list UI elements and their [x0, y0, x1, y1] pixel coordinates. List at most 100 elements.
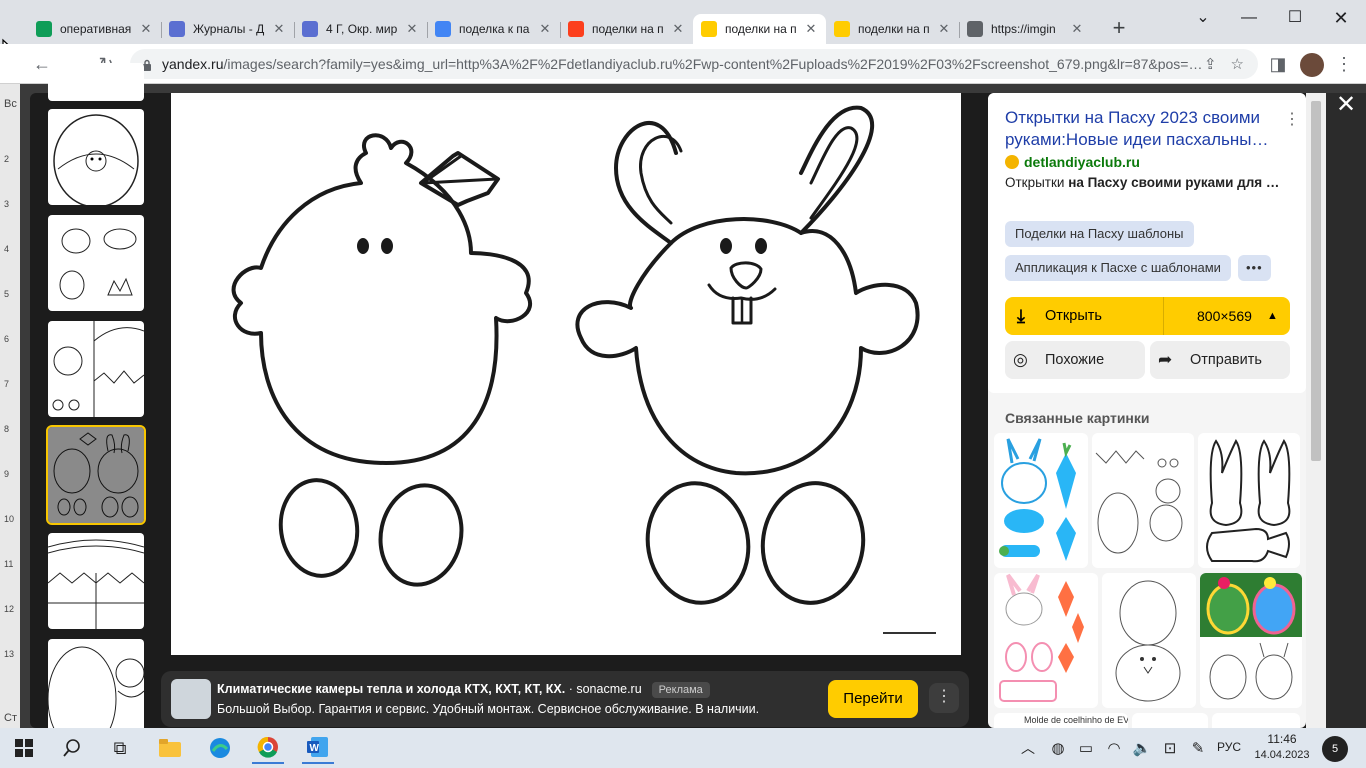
- journal-icon: [302, 21, 318, 37]
- tab-6[interactable]: поделки на п ✕: [693, 14, 826, 44]
- scrollbar-thumb[interactable]: [1311, 101, 1321, 461]
- tab-8[interactable]: https://imgin ✕: [959, 14, 1092, 44]
- tab-5[interactable]: поделки на п ✕: [560, 14, 693, 44]
- size-select[interactable]: 800×569: [1197, 297, 1252, 335]
- close-viewer-icon[interactable]: ✕: [1336, 90, 1356, 119]
- tabs: оперативная ✕ Журналы - Д ✕ 4 Г, Окр. мир ✕ по…: [0, 0, 1100, 44]
- similar-button[interactable]: ◎ Похожие: [1005, 341, 1145, 379]
- ruler-mark: 12: [4, 604, 15, 614]
- source-title-link[interactable]: Открытки на Пасху 2023 своими руками:Нов…: [1005, 107, 1275, 151]
- tag-chip[interactable]: Поделки на Пасху шаблоны: [1005, 221, 1194, 247]
- ad-go-button[interactable]: Перейти: [828, 680, 918, 718]
- related-image[interactable]: [994, 573, 1098, 708]
- clock-time[interactable]: 11:46: [1254, 732, 1310, 746]
- language-indicator[interactable]: РУС: [1217, 740, 1241, 754]
- download-icon: ⤓: [1017, 306, 1025, 326]
- ad-banner[interactable]: Климатические камеры тепла и холода КТХ,…: [161, 671, 969, 727]
- address-bar[interactable]: yandex.ru/images/search?family=yes&img_u…: [130, 49, 1258, 79]
- bookmark-star-icon[interactable]: ☆: [1231, 55, 1244, 73]
- tab-3[interactable]: 4 Г, Окр. мир ✕: [294, 14, 427, 44]
- tray-chevron-up-icon[interactable]: ︿: [1012, 732, 1044, 764]
- chick-foot-right: [378, 483, 464, 587]
- close-tab-icon[interactable]: ✕: [405, 21, 419, 37]
- yandex-images-icon: [834, 21, 850, 37]
- close-tab-icon[interactable]: ✕: [538, 21, 552, 37]
- tab-1[interactable]: оперативная ✕: [28, 14, 161, 44]
- thumbnail[interactable]: [48, 321, 144, 417]
- main-image[interactable]: [171, 93, 961, 655]
- ruler-mark: 13: [4, 649, 15, 659]
- menu-icon[interactable]: ⋮: [1330, 50, 1358, 78]
- thumbnail[interactable]: [48, 215, 144, 311]
- tab-search-icon[interactable]: ⌄: [1180, 0, 1226, 36]
- close-tab-icon[interactable]: ✕: [139, 21, 153, 37]
- related-image[interactable]: [1200, 573, 1302, 708]
- thumbnail[interactable]: [48, 639, 144, 735]
- thumbnail-selected[interactable]: [46, 425, 146, 525]
- close-tab-icon[interactable]: ✕: [671, 21, 685, 37]
- avatar[interactable]: [1300, 53, 1324, 77]
- panel-scrollbar[interactable]: [1306, 93, 1326, 728]
- ruler-mark: 4: [4, 244, 10, 254]
- journal-icon: [169, 21, 185, 37]
- related-image[interactable]: [1212, 713, 1300, 728]
- more-options-icon[interactable]: ⋮: [1284, 109, 1300, 129]
- lens-icon: ◎: [1013, 350, 1028, 369]
- svg-text:W: W: [310, 743, 320, 754]
- new-tab-button[interactable]: +: [1106, 16, 1132, 42]
- related-image[interactable]: [994, 433, 1088, 568]
- chrome-icon[interactable]: [252, 732, 284, 764]
- taskbar: ⧉ W ︿ ◍ ▭ ◠ 🔈 ⊡ ✎ РУС 11:46 14.04.2023 5: [0, 728, 1366, 768]
- ad-title[interactable]: Климатические камеры тепла и холода КТХ,…: [217, 682, 710, 698]
- ad-more-icon[interactable]: ⋮: [929, 683, 959, 713]
- open-button[interactable]: ⤓ Открыть 800×569 ▲: [1005, 297, 1290, 335]
- minimize-button[interactable]: —: [1226, 0, 1272, 36]
- thumbnail[interactable]: [48, 63, 144, 101]
- more-tags-button[interactable]: •••: [1238, 255, 1271, 281]
- related-image[interactable]: [1092, 433, 1194, 568]
- google-icon: [435, 21, 451, 37]
- pen-icon[interactable]: ✎: [1182, 732, 1214, 764]
- file-explorer-icon[interactable]: [154, 732, 186, 764]
- tab-2[interactable]: Журналы - Д ✕: [161, 14, 294, 44]
- close-tab-icon[interactable]: ✕: [937, 21, 951, 37]
- search-icon[interactable]: [56, 732, 88, 764]
- share-button[interactable]: ➦ Отправить: [1150, 341, 1290, 379]
- tab-4[interactable]: поделка к па ✕: [427, 14, 560, 44]
- close-tab-icon[interactable]: ✕: [1070, 21, 1084, 37]
- ruler-mark: 5: [4, 289, 10, 299]
- source-site-link[interactable]: detlandiyaclub.ru: [1005, 154, 1140, 170]
- tab-separator: [560, 22, 561, 38]
- tab-7[interactable]: поделки на п ✕: [826, 14, 959, 44]
- info-card: Открытки на Пасху 2023 своими руками:Нов…: [988, 93, 1306, 393]
- share-icon[interactable]: ⇪: [1204, 55, 1217, 73]
- close-tab-icon[interactable]: ✕: [804, 21, 818, 37]
- yandex-icon: [568, 21, 584, 37]
- edge-icon[interactable]: [204, 732, 236, 764]
- thumbnail[interactable]: [48, 109, 144, 205]
- tag-chip[interactable]: Аппликация к Пасхе с шаблонами: [1005, 255, 1231, 281]
- similar-label: Похожие: [1045, 352, 1105, 368]
- related-image[interactable]: [1198, 433, 1300, 568]
- notification-center-icon[interactable]: 5: [1322, 736, 1348, 762]
- related-image[interactable]: Molde de coelhinho de EVA: [994, 713, 1128, 728]
- word-icon[interactable]: W: [302, 732, 334, 764]
- close-window-button[interactable]: ✕: [1318, 0, 1364, 36]
- thumbnail[interactable]: [48, 533, 144, 629]
- side-panel-icon[interactable]: ◨: [1264, 50, 1292, 78]
- ruler-mark: 7: [4, 379, 10, 389]
- ad-image: [171, 679, 211, 719]
- related-caption: Molde de coelhinho de EVA: [1024, 715, 1128, 725]
- clock-date[interactable]: 14.04.2023: [1254, 749, 1310, 761]
- ruler-mark: 3: [4, 199, 10, 209]
- tab-title: https://imgin: [991, 22, 1056, 36]
- close-tab-icon[interactable]: ✕: [272, 21, 286, 37]
- related-image[interactable]: [1102, 573, 1196, 708]
- maximize-button[interactable]: ☐: [1272, 0, 1318, 36]
- windows-start-icon[interactable]: [8, 732, 40, 764]
- chick-outline: [231, 133, 532, 465]
- related-image[interactable]: [1132, 713, 1208, 728]
- task-view-icon[interactable]: ⧉: [104, 732, 136, 764]
- globe-icon: [967, 21, 983, 37]
- doc-status-fragment: Ст: [4, 712, 17, 724]
